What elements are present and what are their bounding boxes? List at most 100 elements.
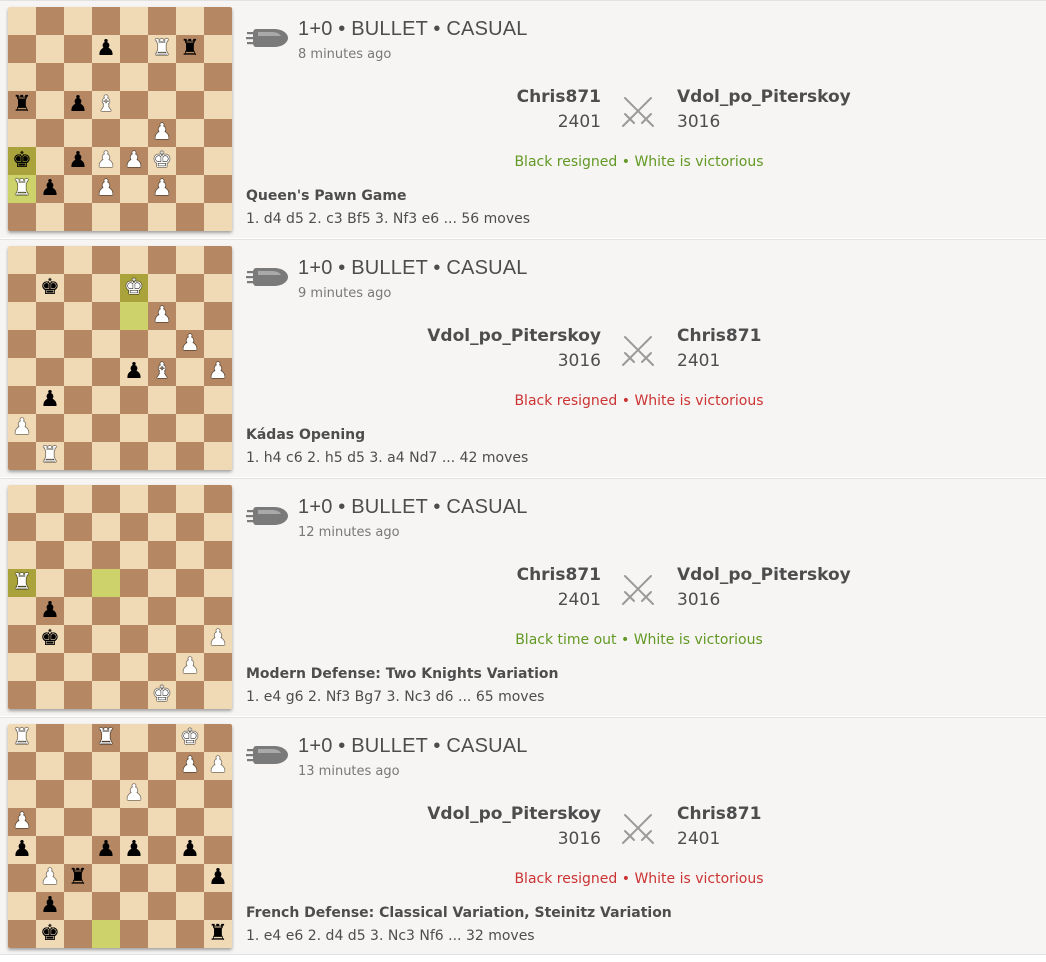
board-square [64, 780, 92, 808]
board-square [36, 653, 64, 681]
board-square [8, 119, 36, 147]
board-square [120, 63, 148, 91]
player-rating: 3016 [677, 112, 721, 132]
board-square [8, 274, 36, 302]
board-square [120, 203, 148, 231]
board-square [148, 892, 176, 920]
board-square [8, 752, 36, 780]
white-pawn-icon: ♟ [96, 176, 116, 201]
player-name[interactable]: Vdol_po_Piterskoy [677, 565, 851, 585]
game-row[interactable]: ♜ ♜ ♚ ♟ ♟ ♟ ♟ ♟ ♟ ♟ ♟ ♟ ♜ ♟ ♟ ♚ ♜ 1+0 • BULLET • CASUAL … [0, 717, 1046, 955]
board-square [92, 358, 120, 386]
move-list: 1. d4 d5 2. c3 Bf5 3. Nf3 e6 ... 56 move… [246, 211, 531, 227]
player-right[interactable]: Vdol_po_Piterskoy 3016 [677, 85, 851, 134]
mini-board[interactable]: ♟ ♜ ♜ ♜ ♟ ♝ ♟ ♚ ♟ ♟ ♟ ♚ ♜ ♟ ♟ ♟ [8, 7, 232, 231]
board-square: ♟ [36, 892, 64, 920]
board-square [8, 892, 36, 920]
black-pawn-icon: ♟ [68, 148, 88, 173]
black-pawn-icon: ♟ [208, 865, 228, 890]
player-left[interactable]: Vdol_po_Piterskoy 3016 [427, 802, 601, 851]
mini-board[interactable]: ♜ ♜ ♚ ♟ ♟ ♟ ♟ ♟ ♟ ♟ ♟ ♟ ♜ ♟ ♟ ♚ ♜ [8, 724, 232, 948]
board-square [8, 864, 36, 892]
board-square [8, 625, 36, 653]
board-square [176, 920, 204, 948]
board-square [148, 91, 176, 119]
bullet-icon [246, 746, 288, 764]
board-square [8, 597, 36, 625]
board-square [8, 513, 36, 541]
opening-name: Modern Defense: Two Knights Variation [246, 666, 559, 682]
board-square: ♚ [120, 274, 148, 302]
board-square: ♜ [64, 864, 92, 892]
white-pawn-icon: ♟ [96, 148, 116, 173]
board-square [148, 836, 176, 864]
opening-name: French Defense: Classical Variation, Ste… [246, 905, 672, 921]
game-time: 8 minutes ago [298, 47, 392, 62]
player-name[interactable]: Chris871 [517, 565, 601, 585]
board-square [92, 569, 120, 597]
board-square: ♟ [176, 330, 204, 358]
player-name[interactable]: Chris871 [677, 804, 761, 824]
board-square [92, 892, 120, 920]
board-square [204, 119, 232, 147]
player-name[interactable]: Chris871 [517, 87, 601, 107]
player-name[interactable]: Vdol_po_Piterskoy [677, 87, 851, 107]
board-square [204, 414, 232, 442]
player-right[interactable]: Chris871 2401 [677, 324, 761, 373]
white-king-icon: ♚ [124, 275, 144, 300]
board-square: ♜ [8, 569, 36, 597]
move-list: 1. e4 g6 2. Nf3 Bg7 3. Nc3 d6 ... 65 mov… [246, 689, 545, 705]
game-time: 13 minutes ago [298, 764, 400, 779]
game-row[interactable]: ♚ ♚ ♟ ♟ ♟ ♝ ♟ ♟ ♟ ♜ 1+0 • BULLET • CASUAL 9 minut… [0, 239, 1046, 477]
black-pawn-icon: ♟ [40, 387, 60, 412]
board-square [148, 7, 176, 35]
player-rating: 3016 [557, 351, 601, 371]
board-square [148, 330, 176, 358]
player-right[interactable]: Vdol_po_Piterskoy 3016 [677, 563, 851, 612]
board-square [148, 864, 176, 892]
game-row[interactable]: ♟ ♜ ♜ ♜ ♟ ♝ ♟ ♚ ♟ ♟ ♟ ♚ ♜ ♟ ♟ ♟ 1+0 • BULLET • CASUAL 8… [0, 0, 1046, 238]
board-square [36, 330, 64, 358]
crossed-swords-icon [622, 814, 654, 844]
board-square: ♚ [148, 147, 176, 175]
board-square [64, 442, 92, 470]
player-name[interactable]: Vdol_po_Piterskoy [427, 326, 601, 346]
game-row[interactable]: ♜ ♟ ♚ ♟ ♟ ♚ 1+0 • BULLET • CASUAL 12 minutes … [0, 478, 1046, 716]
board-square: ♟ [92, 35, 120, 63]
board-square [64, 513, 92, 541]
player-right[interactable]: Chris871 2401 [677, 802, 761, 851]
board-square [64, 569, 92, 597]
board-square [148, 513, 176, 541]
board-square [36, 147, 64, 175]
player-rating: 2401 [677, 351, 721, 371]
board-square: ♟ [148, 175, 176, 203]
white-rook-icon: ♜ [152, 36, 172, 61]
board-square [36, 7, 64, 35]
player-name[interactable]: Vdol_po_Piterskoy [427, 804, 601, 824]
black-king-icon: ♚ [12, 148, 32, 173]
board-square [204, 485, 232, 513]
board-square: ♜ [148, 35, 176, 63]
opening-name: Kádas Opening [246, 427, 366, 443]
black-pawn-icon: ♟ [68, 92, 88, 117]
board-square: ♟ [148, 119, 176, 147]
board-square [204, 203, 232, 231]
crossed-swords-icon [622, 97, 654, 127]
player-name[interactable]: Chris871 [677, 326, 761, 346]
board-square [176, 203, 204, 231]
board-square [92, 119, 120, 147]
mini-board[interactable]: ♚ ♚ ♟ ♟ ♟ ♝ ♟ ♟ ♟ ♜ [8, 246, 232, 470]
game-title: 1+0 • BULLET • CASUAL [298, 257, 528, 279]
black-king-icon: ♚ [40, 626, 60, 651]
board-square: ♚ [148, 681, 176, 709]
mini-board[interactable]: ♜ ♟ ♚ ♟ ♟ ♚ [8, 485, 232, 709]
player-left[interactable]: Vdol_po_Piterskoy 3016 [427, 324, 601, 373]
white-pawn-icon: ♟ [12, 809, 32, 834]
white-pawn-icon: ♟ [180, 654, 200, 679]
board-square [120, 724, 148, 752]
player-left[interactable]: Chris871 2401 [517, 85, 601, 134]
board-square [92, 780, 120, 808]
board-square [204, 246, 232, 274]
player-left[interactable]: Chris871 2401 [517, 563, 601, 612]
board-square [92, 541, 120, 569]
